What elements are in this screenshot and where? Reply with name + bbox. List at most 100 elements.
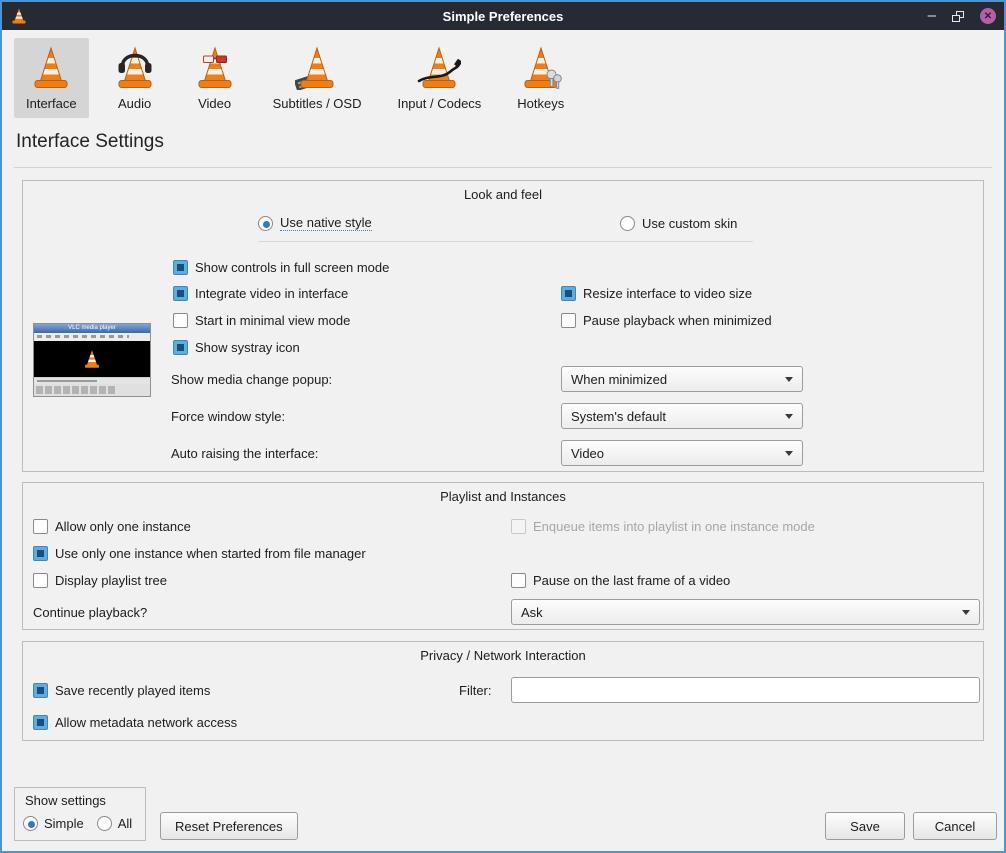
tab-input-codecs[interactable]: Input / Codecs <box>385 38 493 118</box>
cancel-button[interactable]: Cancel <box>913 812 997 840</box>
radio-label: All <box>118 816 132 831</box>
checkbox-box[interactable] <box>173 340 188 355</box>
preview-titlebar: VLC media player <box>34 324 150 333</box>
checkbox-box <box>511 519 526 534</box>
force-window-style-label: Force window style: <box>171 408 285 424</box>
input-codecs-icon <box>417 44 461 93</box>
filter-label: Filter: <box>459 682 492 698</box>
checkbox-label: Allow metadata network access <box>55 715 237 730</box>
group-title: Look and feel <box>23 187 983 202</box>
auto-raising-select[interactable]: Video <box>561 440 803 466</box>
restore-icon[interactable] <box>952 11 964 22</box>
chevron-down-icon <box>785 377 793 382</box>
chevron-down-icon <box>785 451 793 456</box>
radio-indicator[interactable] <box>23 816 38 831</box>
group-title: Privacy / Network Interaction <box>23 648 983 663</box>
checkbox-label: Resize interface to video size <box>583 286 752 301</box>
checkbox-box[interactable] <box>561 286 576 301</box>
tab-label: Video <box>198 96 231 111</box>
chevron-down-icon <box>962 610 970 615</box>
tab-label: Hotkeys <box>517 96 564 111</box>
checkbox-label: Enqueue items into playlist in one insta… <box>533 519 815 534</box>
select-value: When minimized <box>571 372 667 387</box>
checkbox-minimal-view[interactable]: Start in minimal view mode <box>173 312 350 328</box>
tab-video[interactable]: Video <box>181 38 249 118</box>
checkbox-save-recent[interactable]: Save recently played items <box>33 682 210 698</box>
show-settings-group: Show settings Simple All <box>14 787 146 841</box>
subtitles-osd-icon <box>295 44 339 93</box>
checkbox-label: Allow only one instance <box>55 519 191 534</box>
checkbox-pause-last-frame[interactable]: Pause on the last frame of a video <box>511 572 730 588</box>
checkbox-box[interactable] <box>33 683 48 698</box>
section-divider <box>258 241 753 242</box>
checkbox-systray-icon[interactable]: Show systray icon <box>173 339 300 355</box>
audio-icon <box>113 44 157 93</box>
force-window-style-select[interactable]: System's default <box>561 403 803 429</box>
checkbox-box[interactable] <box>33 519 48 534</box>
select-value: Video <box>571 446 604 461</box>
tab-label: Audio <box>118 96 151 111</box>
checkbox-box[interactable] <box>511 573 526 588</box>
tab-interface[interactable]: Interface <box>14 38 89 118</box>
filter-input[interactable] <box>511 677 980 703</box>
checkbox-box[interactable] <box>33 715 48 730</box>
preview-menubar <box>34 333 150 341</box>
radio-use-native-style[interactable]: Use native style <box>258 215 372 231</box>
radio-label: Simple <box>44 816 84 831</box>
checkbox-box[interactable] <box>173 260 188 275</box>
preview-seekbar <box>34 377 150 384</box>
tab-label: Input / Codecs <box>397 96 481 111</box>
close-icon[interactable]: ✕ <box>980 8 996 24</box>
radio-simple[interactable]: Simple <box>23 816 84 831</box>
reset-preferences-button[interactable]: Reset Preferences <box>160 812 298 840</box>
checkbox-box[interactable] <box>561 313 576 328</box>
preview-controls <box>34 384 150 396</box>
titlebar[interactable]: Simple Preferences – ✕ <box>2 2 1004 30</box>
preview-video-area <box>34 341 150 377</box>
checkbox-label: Start in minimal view mode <box>195 313 350 328</box>
category-toolbar: Interface <box>14 38 576 118</box>
radio-use-custom-skin[interactable]: Use custom skin <box>620 215 737 231</box>
tab-subtitles-osd[interactable]: Subtitles / OSD <box>261 38 374 118</box>
checkbox-enqueue-one-instance: Enqueue items into playlist in one insta… <box>511 518 815 534</box>
checkbox-box[interactable] <box>173 313 188 328</box>
radio-indicator[interactable] <box>97 816 112 831</box>
radio-all[interactable]: All <box>97 816 132 831</box>
checkbox-display-playlist-tree[interactable]: Display playlist tree <box>33 572 167 588</box>
minimize-icon[interactable]: – <box>928 11 936 21</box>
checkbox-box[interactable] <box>33 546 48 561</box>
look-and-feel-group: Look and feel Use native style Use custo… <box>22 180 984 472</box>
checkbox-one-instance-filemanager[interactable]: Use only one instance when started from … <box>33 545 366 561</box>
radio-label: Use custom skin <box>642 216 737 231</box>
save-button[interactable]: Save <box>825 812 905 840</box>
checkbox-metadata-network-access[interactable]: Allow metadata network access <box>33 714 237 730</box>
continue-playback-label: Continue playback? <box>33 604 147 620</box>
tab-audio[interactable]: Audio <box>101 38 169 118</box>
media-change-popup-label: Show media change popup: <box>171 371 332 387</box>
page-title: Interface Settings <box>16 131 164 153</box>
checkbox-label: Show controls in full screen mode <box>195 260 389 275</box>
chevron-down-icon <box>785 414 793 419</box>
window-title: Simple Preferences <box>2 9 1004 24</box>
interface-cone-icon <box>29 44 73 93</box>
privacy-group: Privacy / Network Interaction Save recen… <box>22 641 984 741</box>
radio-indicator[interactable] <box>620 216 635 231</box>
group-title: Playlist and Instances <box>23 489 983 504</box>
continue-playback-select[interactable]: Ask <box>511 599 980 625</box>
checkbox-allow-one-instance[interactable]: Allow only one instance <box>33 518 191 534</box>
checkbox-show-fullscreen-controls[interactable]: Show controls in full screen mode <box>173 259 389 275</box>
tab-hotkeys[interactable]: Hotkeys <box>505 38 576 118</box>
radio-indicator[interactable] <box>258 216 273 231</box>
radio-label: Use native style <box>280 215 372 231</box>
checkbox-box[interactable] <box>33 573 48 588</box>
checkbox-resize-interface[interactable]: Resize interface to video size <box>561 285 752 301</box>
checkbox-box[interactable] <box>173 286 188 301</box>
checkbox-pause-when-minimized[interactable]: Pause playback when minimized <box>561 312 772 328</box>
checkbox-label: Use only one instance when started from … <box>55 546 366 561</box>
group-title: Show settings <box>25 793 106 808</box>
checkbox-label: Save recently played items <box>55 683 210 698</box>
media-change-popup-select[interactable]: When minimized <box>561 366 803 392</box>
checkbox-label: Integrate video in interface <box>195 286 348 301</box>
checkbox-integrate-video[interactable]: Integrate video in interface <box>173 285 348 301</box>
checkbox-label: Display playlist tree <box>55 573 167 588</box>
